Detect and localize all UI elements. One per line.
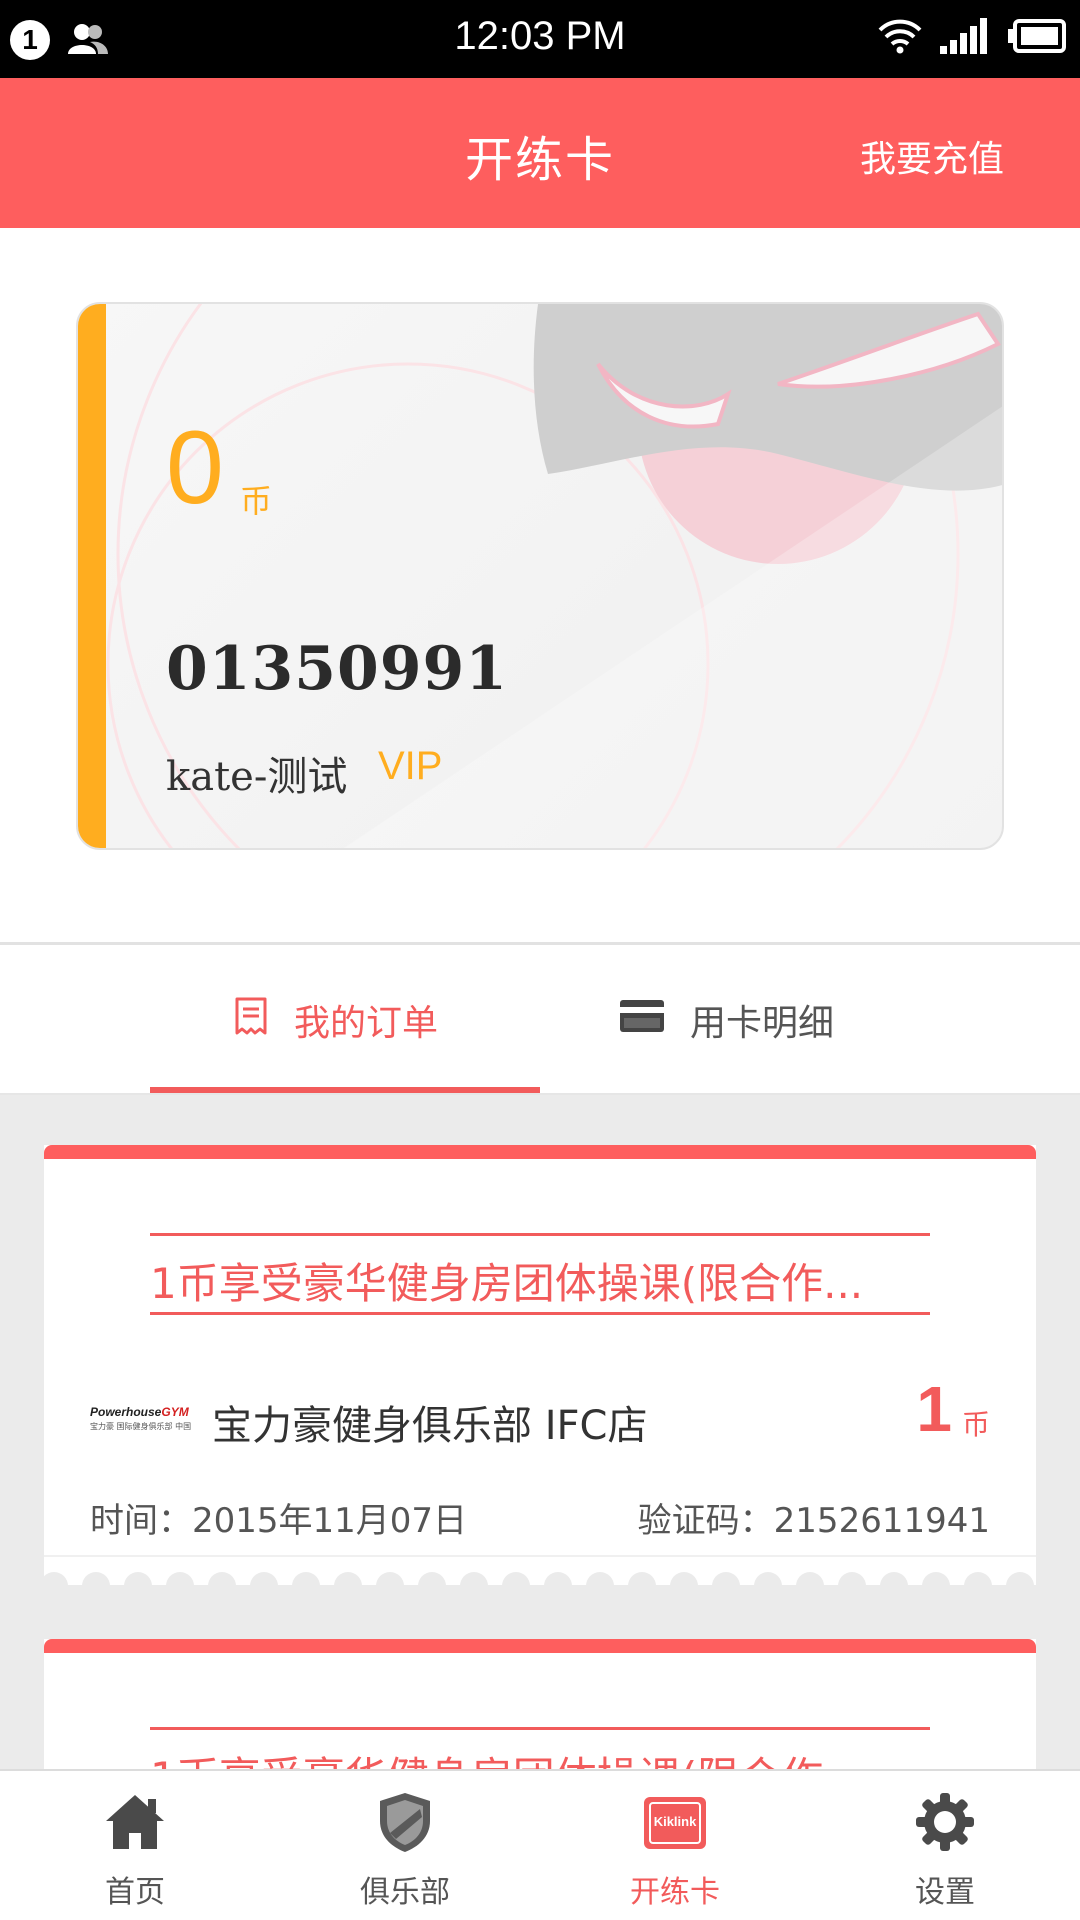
coin-balance: 0 bbox=[166, 410, 224, 526]
club-logo: PowerhouseGYM 宝力豪 国际健身俱乐部 中国 bbox=[90, 1405, 192, 1432]
nav-home-label: 首页 bbox=[105, 1875, 165, 1910]
order-card[interactable]: 1币享受豪华健身房团体操课(限合作... bbox=[44, 1639, 1036, 1769]
nav-club-label: 俱乐部 bbox=[360, 1875, 450, 1910]
tab-my-orders[interactable]: 我的订单 bbox=[234, 945, 438, 1095]
member-card: 0 币 01350991 kate-测试 VIP bbox=[76, 302, 1004, 850]
card-accent-stripe bbox=[78, 304, 106, 848]
order-price-unit: 币 bbox=[961, 1408, 990, 1441]
app-header: 开练卡 我要充值 bbox=[0, 78, 1080, 228]
kiklink-card-icon: Kiklink bbox=[644, 1797, 706, 1849]
order-divider bbox=[44, 1555, 1036, 1557]
order-list[interactable]: 1币享受豪华健身房团体操课(限合作... PowerhouseGYM 宝力豪 国… bbox=[0, 1095, 1080, 1769]
nav-settings-label: 设置 bbox=[915, 1875, 975, 1910]
battery-icon bbox=[1008, 18, 1066, 58]
order-title: 1币享受豪华健身房团体操课(限合作... bbox=[150, 1259, 864, 1308]
verification-code: 验证码：2152611941 bbox=[637, 1501, 990, 1541]
nav-card[interactable]: Kiklink 开练卡 bbox=[540, 1771, 810, 1920]
club-name: 宝力豪健身俱乐部 IFC店 bbox=[212, 1403, 648, 1449]
signal-icon bbox=[940, 18, 990, 58]
order-card-top-band bbox=[44, 1145, 1036, 1159]
club-logo-subtitle: 宝力豪 国际健身俱乐部 中国 bbox=[90, 1422, 192, 1431]
order-price: 1 bbox=[916, 1373, 952, 1445]
tab-my-orders-label: 我的订单 bbox=[294, 1003, 439, 1044]
wifi-icon bbox=[878, 18, 922, 58]
tab-bar: 我的订单 用卡明细 bbox=[0, 945, 1080, 1095]
club-logo-text: Powerhouse bbox=[90, 1405, 162, 1419]
gear-icon bbox=[916, 1793, 974, 1851]
status-bar: 1 12:03 PM bbox=[0, 0, 1080, 78]
shield-icon bbox=[380, 1793, 430, 1852]
kiklink-badge-text: Kiklink bbox=[654, 1814, 697, 1829]
coin-unit: 币 bbox=[240, 482, 273, 520]
membership-level: VIP bbox=[378, 744, 443, 788]
order-title-frame: 1币享受豪华健身房团体操课(限合作... bbox=[150, 1233, 930, 1315]
ticket-scallop-edge bbox=[44, 1572, 1034, 1586]
order-card[interactable]: 1币享受豪华健身房团体操课(限合作... PowerhouseGYM 宝力豪 国… bbox=[44, 1145, 1036, 1586]
order-time: 时间：2015年11月07日 bbox=[90, 1501, 468, 1541]
club-logo-accent: GYM bbox=[161, 1405, 189, 1419]
order-title-frame: 1币享受豪华健身房团体操课(限合作... bbox=[150, 1727, 930, 1769]
nav-card-label: 开练卡 bbox=[630, 1875, 720, 1910]
tab-card-usage-label: 用卡明细 bbox=[690, 1003, 835, 1044]
card-holder-name: kate-测试 bbox=[166, 754, 348, 800]
order-card-top-band bbox=[44, 1639, 1036, 1653]
card-number: 01350991 bbox=[166, 634, 508, 704]
receipt-icon bbox=[234, 996, 268, 1045]
home-icon bbox=[106, 1795, 164, 1849]
nav-home[interactable]: 首页 bbox=[0, 1771, 270, 1920]
nav-settings[interactable]: 设置 bbox=[810, 1771, 1080, 1920]
tab-card-usage[interactable]: 用卡明细 bbox=[620, 945, 834, 1095]
bottom-navigation: 首页 俱乐部 Kiklink 开练卡 设置 bbox=[0, 1769, 1080, 1920]
nav-club[interactable]: 俱乐部 bbox=[270, 1771, 540, 1920]
recharge-button[interactable]: 我要充值 bbox=[860, 130, 1004, 182]
card-icon bbox=[620, 999, 664, 1041]
order-title: 1币享受豪华健身房团体操课(限合作... bbox=[150, 1744, 930, 1769]
